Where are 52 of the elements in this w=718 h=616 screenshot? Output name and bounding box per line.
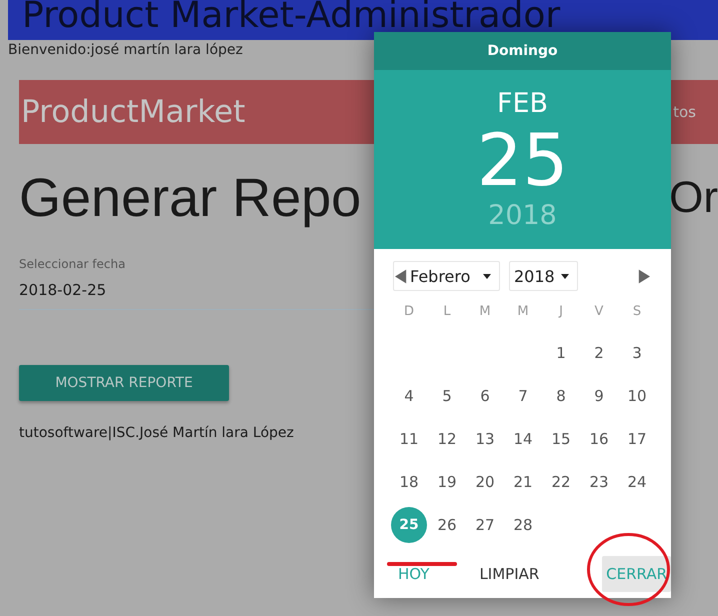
calendar-day[interactable]: 27 bbox=[475, 516, 495, 534]
calendar-day[interactable]: 2 bbox=[594, 344, 604, 362]
page-heading: Or bbox=[669, 172, 718, 224]
welcome-text: Bienvenido:josé martín lara lópez bbox=[8, 42, 243, 58]
calendar-day[interactable]: 14 bbox=[513, 430, 533, 448]
calendar-day[interactable]: 20 bbox=[475, 472, 495, 490]
weekday-heading: J bbox=[558, 302, 564, 320]
footer-text: tutosoftware|ISC.José Martín lara López bbox=[19, 425, 294, 441]
clear-button[interactable]: LIMPIAR bbox=[469, 556, 550, 592]
field-label: Seleccionar fecha bbox=[19, 257, 126, 271]
calendar-day[interactable]: 10 bbox=[627, 386, 647, 404]
caret-icon bbox=[483, 272, 491, 280]
weekday-heading: M bbox=[478, 302, 492, 320]
calendar-day[interactable]: 12 bbox=[437, 430, 457, 448]
field-value: 2018-02-25 bbox=[19, 281, 108, 299]
weekday-heading: V bbox=[594, 302, 604, 320]
calendar-day[interactable]: 9 bbox=[594, 386, 604, 404]
month-label: FEB bbox=[496, 88, 548, 120]
next-month-icon[interactable] bbox=[638, 269, 650, 284]
calendar-day[interactable]: 24 bbox=[627, 472, 647, 490]
weekday-heading: L bbox=[442, 302, 452, 320]
previous-month-icon[interactable] bbox=[395, 269, 407, 284]
calendar-day[interactable]: 28 bbox=[513, 516, 533, 534]
calendar-day[interactable]: 7 bbox=[518, 386, 528, 404]
year-select[interactable]: 2018 bbox=[509, 261, 578, 291]
calendar-day[interactable]: 19 bbox=[437, 472, 457, 490]
calendar-day[interactable]: 13 bbox=[475, 430, 495, 448]
calendar-day[interactable]: 5 bbox=[442, 386, 452, 404]
year-label: 2018 bbox=[488, 200, 557, 232]
underline-mark bbox=[387, 561, 457, 567]
caret-icon bbox=[561, 272, 569, 280]
weekday-heading: S bbox=[632, 302, 642, 320]
calendar-day[interactable]: 8 bbox=[556, 386, 566, 404]
calendar-day[interactable]: 23 bbox=[589, 472, 609, 490]
calendar-day[interactable]: 11 bbox=[399, 430, 419, 448]
calendar-day[interactable]: 3 bbox=[632, 344, 642, 362]
calendar-day[interactable]: 26 bbox=[437, 516, 457, 534]
calendar-day[interactable]: 6 bbox=[480, 386, 490, 404]
weekday-label: Domingo bbox=[374, 32, 671, 70]
calendar-day[interactable]: 4 bbox=[404, 386, 414, 404]
calendar-day[interactable]: 16 bbox=[589, 430, 609, 448]
weekday-heading: D bbox=[402, 302, 415, 320]
calendar-day[interactable]: 15 bbox=[551, 430, 571, 448]
calendar-day[interactable]: 1 bbox=[556, 344, 566, 362]
calendar-day[interactable]: 18 bbox=[399, 472, 419, 490]
month-select[interactable]: Febrero bbox=[393, 261, 500, 291]
page-heading: Generar Repo bbox=[19, 167, 362, 230]
calendar-day[interactable]: 17 bbox=[627, 430, 647, 448]
calendar-day[interactable]: 22 bbox=[551, 472, 571, 490]
day-label: 25 bbox=[476, 120, 568, 200]
weekday-heading: M bbox=[516, 302, 530, 320]
calendar-day[interactable]: 21 bbox=[513, 472, 533, 490]
